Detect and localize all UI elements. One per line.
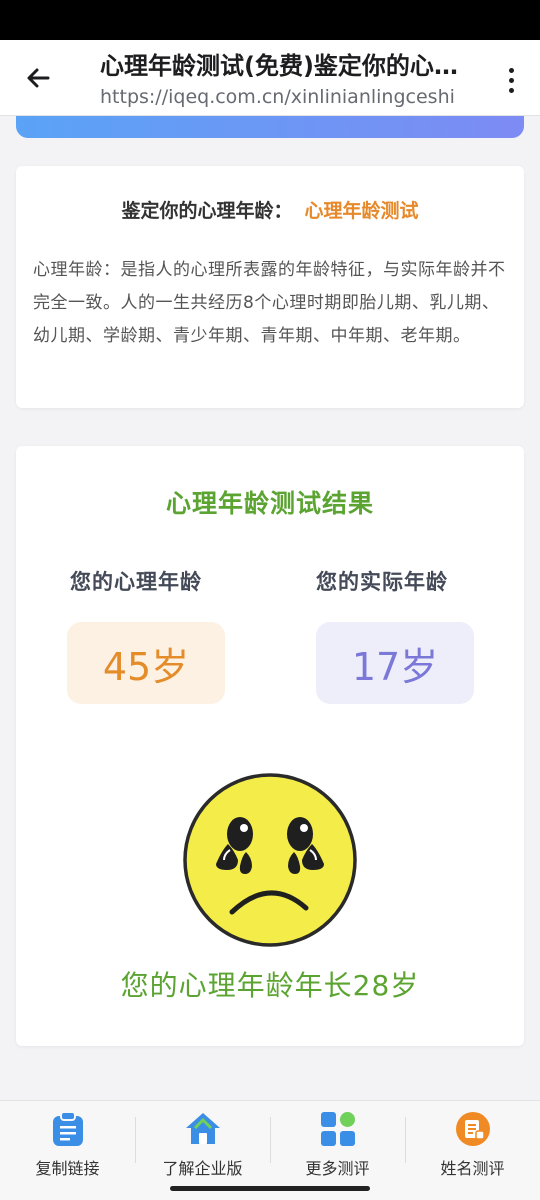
grid-icon: [320, 1111, 356, 1147]
crying-sad-face-icon: [183, 773, 357, 947]
mental-age-label: 您的心理年龄: [70, 570, 202, 594]
home-indicator: [170, 1186, 370, 1191]
nav-name-test-label: 姓名测评: [440, 1159, 505, 1178]
name-badge-icon: [455, 1111, 491, 1147]
nav-copy-link[interactable]: 复制链接: [0, 1101, 135, 1200]
intro-heading-label: 鉴定你的心理年龄：: [121, 200, 293, 222]
home-icon: [185, 1111, 221, 1147]
title-block: 心理年龄测试(免费)鉴定你的心理年龄 https://iqeq.com.cn/x…: [100, 50, 470, 110]
back-button[interactable]: [18, 58, 58, 98]
clipboard-icon: [50, 1111, 86, 1147]
mental-age-value: 45岁: [67, 622, 225, 704]
actual-age-label: 您的实际年龄: [316, 570, 448, 594]
status-bar: [0, 0, 540, 40]
actual-age-value: 17岁: [316, 622, 474, 704]
result-title: 心理年龄测试结果: [165, 489, 374, 518]
more-options-button[interactable]: [496, 60, 526, 100]
intro-heading: 鉴定你的心理年龄： 心理年龄测试: [16, 196, 524, 223]
bottom-nav: 复制链接 了解企业版 更多测评 姓名测评: [0, 1100, 540, 1200]
top-banner: [16, 116, 524, 138]
intro-card: 鉴定你的心理年龄： 心理年龄测试 心理年龄：是指人的心理所表露的年龄特征，与实际年…: [16, 166, 524, 408]
intro-description: 心理年龄：是指人的心理所表露的年龄特征，与实际年龄并不完全一致。人的一生共经历8…: [33, 260, 506, 346]
back-arrow-icon: [27, 68, 50, 88]
nav-copy-link-label: 复制链接: [35, 1159, 100, 1178]
nav-more-tests-label: 更多测评: [305, 1159, 370, 1178]
more-vertical-icon: [508, 67, 514, 73]
intro-heading-highlight: 心理年龄测试: [304, 200, 419, 222]
browser-app-bar: 心理年龄测试(免费)鉴定你的心理年龄 https://iqeq.com.cn/x…: [0, 40, 540, 116]
page-url[interactable]: https://iqeq.com.cn/xinlinianlingceshi: [100, 84, 470, 110]
nav-enterprise-label: 了解企业版: [162, 1159, 243, 1178]
nav-name-test[interactable]: 姓名测评: [405, 1101, 540, 1200]
result-verdict: 您的心理年龄年长28岁: [120, 969, 420, 1002]
page-title: 心理年龄测试(免费)鉴定你的心理年龄: [100, 52, 470, 80]
result-card: 心理年龄测试结果 您的心理年龄 您的实际年龄 45岁 17岁 您的心理年龄年长2…: [16, 446, 524, 1046]
